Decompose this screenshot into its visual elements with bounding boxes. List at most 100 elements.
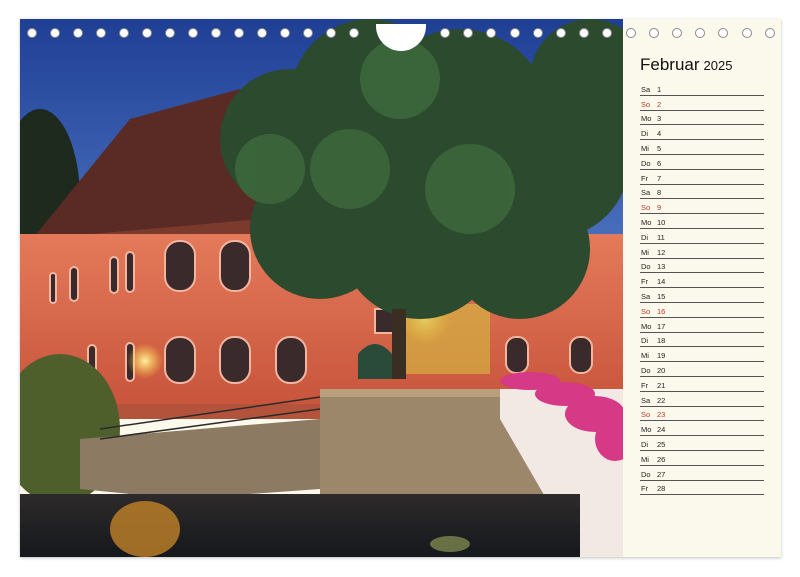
weekday-label: Di — [641, 232, 649, 242]
binding-hole — [280, 28, 290, 38]
weekday-label: Di — [641, 336, 649, 346]
weekday-label: Fr — [641, 173, 649, 183]
weekday-label: So — [641, 410, 651, 420]
day-row: Di 4 — [640, 125, 764, 141]
binding-holes — [20, 24, 781, 51]
day-row: Mo 10 — [640, 214, 764, 229]
day-number: 1 — [657, 84, 662, 94]
binding-hole — [27, 28, 37, 38]
day-number: 5 — [657, 143, 662, 153]
binding-hole — [648, 28, 659, 38]
photo-evening-riverside-building — [20, 19, 623, 557]
day-number: 6 — [657, 158, 662, 168]
day-number: 23 — [657, 410, 666, 420]
day-row: Fr 21 — [640, 377, 764, 392]
weekday-label: Mi — [641, 351, 649, 361]
binding-hole — [326, 28, 336, 38]
day-row: Mi 12 — [640, 244, 764, 259]
weekday-label: Sa — [641, 84, 651, 94]
weekday-label: Mi — [641, 247, 649, 257]
day-row: Fr 7 — [640, 170, 764, 185]
tree-trunk — [392, 309, 406, 379]
day-row: Di 25 — [640, 436, 764, 451]
day-number: 19 — [657, 351, 666, 361]
day-number: 17 — [657, 321, 666, 331]
day-number: 11 — [657, 232, 665, 242]
day-number: 14 — [657, 277, 666, 287]
weekday-label: Fr — [641, 277, 649, 287]
weekday-label: So — [641, 306, 651, 316]
weekday-label: Sa — [641, 188, 651, 198]
binding-hole — [119, 28, 129, 38]
day-number: 7 — [657, 173, 662, 183]
day-row: Do 20 — [640, 362, 764, 377]
month-year: 2025 — [703, 58, 733, 73]
day-row: Do 27 — [640, 466, 764, 481]
day-row: Do 6 — [640, 155, 764, 170]
day-number: 20 — [657, 365, 666, 375]
day-row: Di 18 — [640, 333, 764, 348]
weekday-label: Fr — [641, 380, 649, 390]
day-number: 27 — [657, 469, 666, 479]
day-number: 25 — [657, 439, 666, 449]
day-row: So 9 — [640, 199, 764, 215]
day-row: Mo 3 — [640, 111, 764, 126]
weekday-label: Di — [641, 129, 649, 139]
binding-hole — [718, 28, 729, 38]
binding-hole — [695, 28, 706, 38]
weekday-label: Di — [641, 439, 649, 449]
weekday-label: Mo — [641, 114, 652, 124]
day-number: 8 — [657, 188, 662, 198]
binding-hole — [556, 28, 566, 38]
binding-hole — [764, 28, 775, 38]
day-row: Fr 14 — [640, 273, 764, 289]
weekday-label: Sa — [641, 395, 651, 405]
calendar-page: Februar 2025 Sa 1 So 2 Mo 3 Di 4 Mi 5 Do 6 Fr 7 Sa 8 So 9 M… — [20, 19, 781, 557]
binding-hole — [509, 28, 520, 38]
day-number: 4 — [657, 129, 662, 139]
weekday-label: Do — [641, 262, 651, 272]
weekday-label: Do — [641, 469, 651, 479]
weekday-label: Mi — [641, 143, 649, 153]
weekday-label: Mo — [641, 321, 652, 331]
day-number: 3 — [657, 114, 662, 124]
day-number: 28 — [657, 484, 666, 494]
binding-hole — [142, 28, 152, 38]
day-number: 15 — [657, 291, 666, 301]
calendar-panel: Februar 2025 Sa 1 So 2 Mo 3 Di 4 Mi 5 Do 6 Fr 7 Sa 8 So 9 M… — [623, 19, 781, 557]
binding-hole — [486, 28, 497, 38]
day-row: Mo 17 — [640, 318, 764, 333]
weekday-label: So — [641, 99, 651, 109]
day-number: 21 — [657, 380, 666, 390]
day-row: Mi 19 — [640, 347, 764, 363]
day-row: So 23 — [640, 407, 764, 422]
weekday-label: Do — [641, 158, 651, 168]
binding-hole — [96, 28, 106, 38]
binding-hole — [349, 28, 359, 38]
day-row: Sa 8 — [640, 185, 764, 200]
month-title: Februar 2025 — [640, 55, 732, 75]
binding-hole — [741, 28, 752, 38]
day-list: Sa 1 So 2 Mo 3 Di 4 Mi 5 Do 6 Fr 7 Sa 8 So 9 Mo 10 Di 11 Mi 12 D… — [640, 81, 764, 496]
day-number: 13 — [657, 262, 666, 272]
binding-hole — [257, 28, 267, 38]
day-row: Mi 26 — [640, 451, 764, 466]
day-number: 12 — [657, 247, 666, 257]
day-number: 16 — [657, 306, 666, 316]
day-row: Mo 24 — [640, 421, 764, 437]
binding-hole — [234, 28, 244, 38]
day-number: 24 — [657, 425, 666, 435]
binding-hole — [165, 28, 175, 38]
day-number: 22 — [657, 395, 666, 405]
binding-hole — [211, 28, 221, 38]
weekday-label: Mo — [641, 217, 652, 227]
day-row: Sa 15 — [640, 288, 764, 303]
weekday-label: So — [641, 203, 651, 213]
binding-hole — [188, 28, 198, 38]
river — [20, 494, 580, 557]
day-row: Fr 28 — [640, 481, 764, 496]
day-row: Do 13 — [640, 259, 764, 274]
binding-hole — [463, 28, 474, 38]
photo-illustration — [20, 19, 623, 557]
binding-hole — [602, 28, 613, 38]
